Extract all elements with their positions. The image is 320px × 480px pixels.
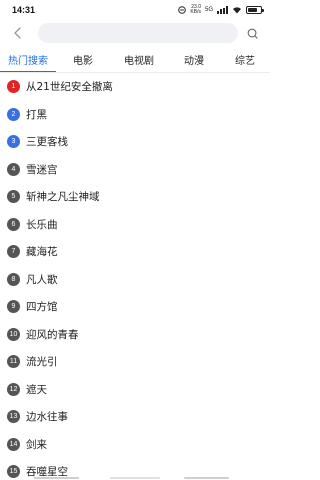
search-input[interactable] bbox=[38, 23, 238, 43]
tab-movie[interactable]: 电影 bbox=[56, 47, 110, 72]
net-speed: 23.0 KB/s bbox=[190, 5, 201, 15]
rank-badge: 6 bbox=[7, 217, 20, 231]
list-item-title: 斩神之凡尘神域 bbox=[26, 191, 100, 204]
list-item-title: 四方馆 bbox=[26, 301, 58, 314]
rank-badge: 4 bbox=[7, 162, 20, 176]
list-item-title: 从21世纪安全撤离 bbox=[26, 81, 113, 94]
status-bar: 14:31 23.0 KB/s 5G bbox=[0, 0, 270, 20]
nav-line-middle bbox=[110, 477, 160, 479]
bottom-gesture-bar bbox=[0, 474, 270, 480]
nav-line-right bbox=[184, 477, 229, 479]
back-button[interactable] bbox=[0, 22, 36, 44]
list-item-title: 流光引 bbox=[26, 356, 58, 369]
list-item-title: 三更客栈 bbox=[26, 136, 68, 149]
rank-badge: 3 bbox=[7, 135, 20, 149]
rank-badge: 12 bbox=[7, 382, 20, 396]
rank-badge: 9 bbox=[7, 300, 20, 314]
rank-badge: 10 bbox=[7, 327, 20, 341]
chevron-left-icon bbox=[14, 27, 21, 39]
signal-icon bbox=[217, 6, 228, 14]
list-item-title: 边水往事 bbox=[26, 411, 68, 424]
tab-tv-series[interactable]: 电视剧 bbox=[110, 47, 168, 72]
battery-icon bbox=[246, 6, 264, 14]
category-tabs: 热门搜索 电影 电视剧 动漫 综艺 bbox=[0, 47, 270, 73]
rank-badge: 7 bbox=[7, 245, 20, 259]
list-item-title: 迎风的青春 bbox=[26, 328, 79, 341]
status-time: 14:31 bbox=[12, 5, 36, 15]
list-item-title: 藏海花 bbox=[26, 246, 58, 259]
list-item-title: 剑来 bbox=[26, 438, 47, 451]
list-item[interactable]: 12 遮天 bbox=[0, 376, 270, 404]
battery-fill bbox=[248, 8, 257, 12]
search-icon bbox=[247, 28, 258, 39]
list-item[interactable]: 4 雪迷宫 bbox=[0, 156, 270, 184]
rank-badge: 8 bbox=[7, 272, 20, 286]
do-not-disturb-icon bbox=[178, 6, 187, 14]
list-item[interactable]: 6 长乐曲 bbox=[0, 211, 270, 239]
list-item-title: 雪迷宫 bbox=[26, 163, 58, 176]
list-item[interactable]: 7 藏海花 bbox=[0, 238, 270, 266]
tab-anime[interactable]: 动漫 bbox=[168, 47, 220, 72]
rank-badge: 13 bbox=[7, 410, 20, 424]
rank-badge: 5 bbox=[7, 190, 20, 204]
tab-hot-search[interactable]: 热门搜索 bbox=[0, 47, 56, 72]
wifi-icon bbox=[233, 7, 241, 14]
list-item[interactable]: 10 迎风的青春 bbox=[0, 321, 270, 349]
list-item[interactable]: 9 四方馆 bbox=[0, 293, 270, 321]
search-button[interactable] bbox=[244, 25, 260, 41]
list-item[interactable]: 8 凡人歌 bbox=[0, 266, 270, 294]
rank-badge: 1 bbox=[7, 80, 20, 94]
list-item[interactable]: 1 从21世纪安全撤离 bbox=[0, 73, 270, 101]
list-item[interactable]: 3 三更客栈 bbox=[0, 128, 270, 156]
nav-line-left bbox=[34, 477, 79, 479]
hot-search-list: 1 从21世纪安全撤离 2 打黑 3 三更客栈 4 雪迷宫 5 斩神之凡尘神域 6 长乐曲 7 藏海花 8 凡… bbox=[0, 73, 270, 480]
list-item[interactable]: 11 流光引 bbox=[0, 348, 270, 376]
search-row bbox=[0, 22, 270, 44]
list-item[interactable]: 2 打黑 bbox=[0, 101, 270, 129]
list-item-title: 凡人歌 bbox=[26, 273, 58, 286]
rank-badge: 2 bbox=[7, 107, 20, 121]
network-type: 5G bbox=[204, 6, 213, 13]
tab-variety[interactable]: 综艺 bbox=[220, 47, 270, 72]
net-speed-unit: KB/s bbox=[190, 9, 201, 15]
list-item-title: 打黑 bbox=[26, 108, 47, 121]
list-item-title: 长乐曲 bbox=[26, 218, 58, 231]
status-icons: 23.0 KB/s 5G bbox=[178, 5, 264, 15]
list-item[interactable]: 14 剑来 bbox=[0, 431, 270, 459]
rank-badge: 14 bbox=[7, 437, 20, 451]
list-item[interactable]: 13 边水往事 bbox=[0, 403, 270, 431]
list-item-title: 遮天 bbox=[26, 383, 47, 396]
list-item[interactable]: 5 斩神之凡尘神域 bbox=[0, 183, 270, 211]
rank-badge: 11 bbox=[7, 355, 20, 369]
